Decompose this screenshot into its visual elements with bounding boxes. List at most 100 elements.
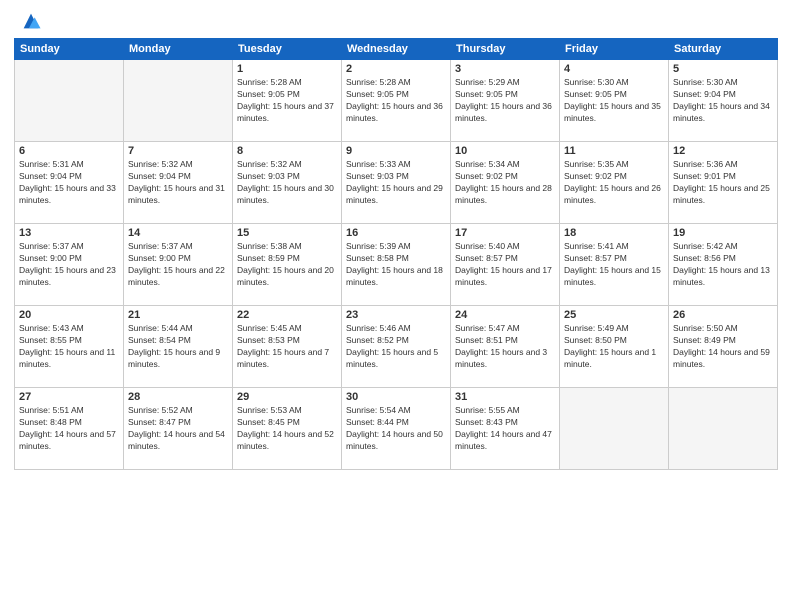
day-number: 2 bbox=[346, 63, 446, 75]
day-number: 1 bbox=[237, 63, 337, 75]
cell-info: Sunrise: 5:49 AMSunset: 8:50 PMDaylight:… bbox=[564, 323, 664, 371]
cell-info: Sunrise: 5:28 AMSunset: 9:05 PMDaylight:… bbox=[237, 77, 337, 125]
cell-info: Sunrise: 5:46 AMSunset: 8:52 PMDaylight:… bbox=[346, 323, 446, 371]
day-of-week-header: Thursday bbox=[451, 39, 560, 60]
cell-info: Sunrise: 5:35 AMSunset: 9:02 PMDaylight:… bbox=[564, 159, 664, 207]
calendar-cell: 27 Sunrise: 5:51 AMSunset: 8:48 PMDayligh… bbox=[15, 388, 124, 470]
cell-info: Sunrise: 5:31 AMSunset: 9:04 PMDaylight:… bbox=[19, 159, 119, 207]
calendar-cell: 10Sunrise: 5:34 AMSunset: 9:02 PMDayligh… bbox=[451, 142, 560, 224]
logo bbox=[14, 10, 42, 32]
calendar-cell: 3 Sunrise: 5:29 AMSunset: 9:05 PMDaylight… bbox=[451, 60, 560, 142]
calendar-cell: 14Sunrise: 5:37 AMSunset: 9:00 PMDayligh… bbox=[124, 224, 233, 306]
calendar-week-row: 1 Sunrise: 5:28 AMSunset: 9:05 PMDaylight… bbox=[15, 60, 778, 142]
day-of-week-header: Sunday bbox=[15, 39, 124, 60]
calendar-cell bbox=[669, 388, 778, 470]
cell-info: Sunrise: 5:34 AMSunset: 9:02 PMDaylight:… bbox=[455, 159, 555, 207]
day-number: 15 bbox=[237, 227, 337, 239]
day-number: 30 bbox=[346, 391, 446, 403]
day-number: 29 bbox=[237, 391, 337, 403]
day-number: 14 bbox=[128, 227, 228, 239]
calendar-cell: 4 Sunrise: 5:30 AMSunset: 9:05 PMDaylight… bbox=[560, 60, 669, 142]
day-of-week-header: Wednesday bbox=[342, 39, 451, 60]
day-number: 21 bbox=[128, 309, 228, 321]
calendar-cell: 9 Sunrise: 5:33 AMSunset: 9:03 PMDaylight… bbox=[342, 142, 451, 224]
calendar-cell: 25 Sunrise: 5:49 AMSunset: 8:50 PMDayligh… bbox=[560, 306, 669, 388]
calendar-week-row: 27 Sunrise: 5:51 AMSunset: 8:48 PMDayligh… bbox=[15, 388, 778, 470]
calendar-cell: 7 Sunrise: 5:32 AMSunset: 9:04 PMDaylight… bbox=[124, 142, 233, 224]
day-number: 16 bbox=[346, 227, 446, 239]
cell-info: Sunrise: 5:41 AMSunset: 8:57 PMDaylight:… bbox=[564, 241, 664, 289]
calendar-cell: 5Sunrise: 5:30 AMSunset: 9:04 PMDaylight… bbox=[669, 60, 778, 142]
cell-info: Sunrise: 5:54 AMSunset: 8:44 PMDaylight:… bbox=[346, 405, 446, 453]
calendar-week-row: 13 Sunrise: 5:37 AMSunset: 9:00 PMDayligh… bbox=[15, 224, 778, 306]
page: SundayMondayTuesdayWednesdayThursdayFrid… bbox=[0, 0, 792, 612]
calendar-cell: 28Sunrise: 5:52 AMSunset: 8:47 PMDayligh… bbox=[124, 388, 233, 470]
cell-info: Sunrise: 5:32 AMSunset: 9:04 PMDaylight:… bbox=[128, 159, 228, 207]
calendar-cell: 17 Sunrise: 5:40 AMSunset: 8:57 PMDayligh… bbox=[451, 224, 560, 306]
day-number: 17 bbox=[455, 227, 555, 239]
calendar-cell bbox=[15, 60, 124, 142]
day-number: 27 bbox=[19, 391, 119, 403]
cell-info: Sunrise: 5:36 AMSunset: 9:01 PMDaylight:… bbox=[673, 159, 773, 207]
day-of-week-header: Saturday bbox=[669, 39, 778, 60]
cell-info: Sunrise: 5:39 AMSunset: 8:58 PMDaylight:… bbox=[346, 241, 446, 289]
cell-info: Sunrise: 5:50 AMSunset: 8:49 PMDaylight:… bbox=[673, 323, 773, 371]
calendar-cell: 23Sunrise: 5:46 AMSunset: 8:52 PMDayligh… bbox=[342, 306, 451, 388]
day-number: 7 bbox=[128, 145, 228, 157]
header bbox=[14, 10, 778, 32]
cell-info: Sunrise: 5:55 AMSunset: 8:43 PMDaylight:… bbox=[455, 405, 555, 453]
cell-info: Sunrise: 5:40 AMSunset: 8:57 PMDaylight:… bbox=[455, 241, 555, 289]
cell-info: Sunrise: 5:42 AMSunset: 8:56 PMDaylight:… bbox=[673, 241, 773, 289]
cell-info: Sunrise: 5:45 AMSunset: 8:53 PMDaylight:… bbox=[237, 323, 337, 371]
calendar-cell: 30 Sunrise: 5:54 AMSunset: 8:44 PMDayligh… bbox=[342, 388, 451, 470]
day-number: 4 bbox=[564, 63, 664, 75]
calendar-cell: 2 Sunrise: 5:28 AMSunset: 9:05 PMDaylight… bbox=[342, 60, 451, 142]
day-number: 20 bbox=[19, 309, 119, 321]
calendar-cell: 13 Sunrise: 5:37 AMSunset: 9:00 PMDayligh… bbox=[15, 224, 124, 306]
day-number: 26 bbox=[673, 309, 773, 321]
day-number: 9 bbox=[346, 145, 446, 157]
day-number: 31 bbox=[455, 391, 555, 403]
calendar-cell: 18 Sunrise: 5:41 AMSunset: 8:57 PMDayligh… bbox=[560, 224, 669, 306]
calendar-cell: 21 Sunrise: 5:44 AMSunset: 8:54 PMDayligh… bbox=[124, 306, 233, 388]
cell-info: Sunrise: 5:51 AMSunset: 8:48 PMDaylight:… bbox=[19, 405, 119, 453]
cell-info: Sunrise: 5:33 AMSunset: 9:03 PMDaylight:… bbox=[346, 159, 446, 207]
day-number: 19 bbox=[673, 227, 773, 239]
calendar-week-row: 20 Sunrise: 5:43 AMSunset: 8:55 PMDayligh… bbox=[15, 306, 778, 388]
day-number: 11 bbox=[564, 145, 664, 157]
calendar-cell: 8 Sunrise: 5:32 AMSunset: 9:03 PMDaylight… bbox=[233, 142, 342, 224]
cell-info: Sunrise: 5:32 AMSunset: 9:03 PMDaylight:… bbox=[237, 159, 337, 207]
calendar-table: SundayMondayTuesdayWednesdayThursdayFrid… bbox=[14, 38, 778, 470]
calendar-week-row: 6 Sunrise: 5:31 AMSunset: 9:04 PMDaylight… bbox=[15, 142, 778, 224]
cell-info: Sunrise: 5:28 AMSunset: 9:05 PMDaylight:… bbox=[346, 77, 446, 125]
calendar-cell: 11 Sunrise: 5:35 AMSunset: 9:02 PMDayligh… bbox=[560, 142, 669, 224]
logo-icon bbox=[20, 10, 42, 32]
calendar-cell: 26 Sunrise: 5:50 AMSunset: 8:49 PMDayligh… bbox=[669, 306, 778, 388]
day-number: 25 bbox=[564, 309, 664, 321]
day-number: 12 bbox=[673, 145, 773, 157]
cell-info: Sunrise: 5:30 AMSunset: 9:05 PMDaylight:… bbox=[564, 77, 664, 125]
calendar-cell: 6 Sunrise: 5:31 AMSunset: 9:04 PMDaylight… bbox=[15, 142, 124, 224]
day-number: 13 bbox=[19, 227, 119, 239]
cell-info: Sunrise: 5:44 AMSunset: 8:54 PMDaylight:… bbox=[128, 323, 228, 371]
calendar-cell: 16 Sunrise: 5:39 AMSunset: 8:58 PMDayligh… bbox=[342, 224, 451, 306]
day-number: 18 bbox=[564, 227, 664, 239]
day-number: 3 bbox=[455, 63, 555, 75]
day-number: 6 bbox=[19, 145, 119, 157]
calendar-cell: 1 Sunrise: 5:28 AMSunset: 9:05 PMDaylight… bbox=[233, 60, 342, 142]
cell-info: Sunrise: 5:38 AMSunset: 8:59 PMDaylight:… bbox=[237, 241, 337, 289]
cell-info: Sunrise: 5:47 AMSunset: 8:51 PMDaylight:… bbox=[455, 323, 555, 371]
calendar-cell: 20 Sunrise: 5:43 AMSunset: 8:55 PMDayligh… bbox=[15, 306, 124, 388]
day-of-week-header: Monday bbox=[124, 39, 233, 60]
calendar-cell: 31 Sunrise: 5:55 AMSunset: 8:43 PMDayligh… bbox=[451, 388, 560, 470]
cell-info: Sunrise: 5:29 AMSunset: 9:05 PMDaylight:… bbox=[455, 77, 555, 125]
day-of-week-header: Friday bbox=[560, 39, 669, 60]
cell-info: Sunrise: 5:43 AMSunset: 8:55 PMDaylight:… bbox=[19, 323, 119, 371]
calendar-cell: 22 Sunrise: 5:45 AMSunset: 8:53 PMDayligh… bbox=[233, 306, 342, 388]
calendar-cell: 24 Sunrise: 5:47 AMSunset: 8:51 PMDayligh… bbox=[451, 306, 560, 388]
day-number: 8 bbox=[237, 145, 337, 157]
day-number: 22 bbox=[237, 309, 337, 321]
day-number: 24 bbox=[455, 309, 555, 321]
calendar-cell bbox=[560, 388, 669, 470]
cell-info: Sunrise: 5:37 AMSunset: 9:00 PMDaylight:… bbox=[19, 241, 119, 289]
